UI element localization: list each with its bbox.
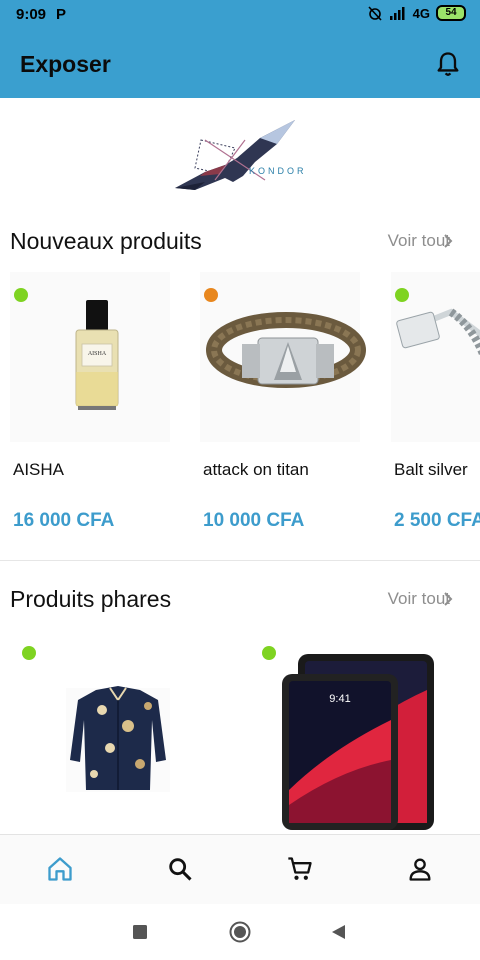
carrier-icon: P bbox=[56, 6, 67, 23]
product-image bbox=[200, 272, 366, 442]
status-dot-available bbox=[262, 646, 276, 660]
profile-icon[interactable] bbox=[406, 855, 434, 883]
app-bar: Exposer bbox=[0, 30, 480, 98]
muted-alarm-icon bbox=[368, 6, 382, 21]
product-card[interactable]: Balt silver 2 500 CFA bbox=[381, 272, 480, 552]
bell-icon[interactable] bbox=[434, 50, 462, 78]
product-name: attack on titan bbox=[203, 460, 309, 479]
cart-icon[interactable] bbox=[286, 855, 314, 883]
app-title: Exposer bbox=[20, 51, 111, 77]
home-button-icon[interactable] bbox=[229, 921, 251, 943]
status-dot-available bbox=[395, 288, 409, 302]
product-image: AISHA bbox=[10, 272, 170, 442]
product-name: Balt silver bbox=[394, 460, 468, 479]
eagle-logo-icon: KONDOR bbox=[175, 120, 307, 190]
status-bar: 9:09 P 4G 54 bbox=[0, 0, 480, 30]
new-products-carousel[interactable]: AISHA AISHA 16 000 CFA attack on titan 1… bbox=[0, 272, 480, 552]
featured-product-card[interactable] bbox=[10, 630, 230, 834]
product-price: 2 500 CFA bbox=[394, 510, 480, 531]
status-time: 9:09 bbox=[16, 6, 47, 23]
perfume-bottle-image: AISHA bbox=[75, 300, 119, 410]
status-dot-available bbox=[14, 288, 28, 302]
floral-shirt-image bbox=[66, 686, 170, 792]
status-dot-available bbox=[22, 646, 36, 660]
recent-apps-icon[interactable] bbox=[132, 924, 148, 940]
search-icon[interactable] bbox=[166, 855, 194, 883]
product-price: 16 000 CFA bbox=[13, 510, 115, 531]
section-new-products-header: Nouveaux produits Voir tout bbox=[0, 222, 480, 262]
network-type: 4G bbox=[412, 5, 430, 21]
battery-icon: 54 bbox=[436, 5, 466, 21]
status-dot-pending bbox=[204, 288, 218, 302]
bottom-navigation bbox=[0, 834, 480, 904]
home-icon[interactable] bbox=[46, 855, 74, 883]
section-title-new-products: Nouveaux produits bbox=[10, 228, 202, 254]
status-indicators: 4G 54 bbox=[367, 5, 466, 21]
bottle-label-text: AISHA bbox=[88, 351, 107, 357]
product-price: 10 000 CFA bbox=[203, 510, 305, 531]
featured-product-card[interactable]: 9:41 bbox=[250, 630, 470, 834]
featured-products-carousel[interactable]: 9:41 bbox=[0, 630, 480, 834]
brand-logo: KONDOR bbox=[165, 110, 325, 200]
product-name: AISHA bbox=[13, 460, 65, 479]
chevron-right-icon[interactable] bbox=[442, 591, 454, 607]
section-title-featured-products: Produits phares bbox=[10, 586, 172, 612]
tablet-image: 9:41 bbox=[282, 654, 434, 830]
see-all-new-products-link[interactable]: Voir tout bbox=[388, 231, 450, 251]
product-card[interactable]: AISHA AISHA 16 000 CFA bbox=[0, 272, 180, 552]
tablet-screen-time: 9:41 bbox=[329, 693, 350, 705]
signal-icon bbox=[389, 7, 405, 20]
chevron-right-icon[interactable] bbox=[442, 233, 454, 249]
system-navigation-bar bbox=[0, 904, 480, 960]
back-icon[interactable] bbox=[330, 924, 346, 940]
bracelet-image bbox=[206, 312, 366, 388]
product-card[interactable]: attack on titan 10 000 CFA bbox=[190, 272, 370, 552]
see-all-featured-products-link[interactable]: Voir tout bbox=[388, 589, 450, 609]
section-featured-products-header: Produits phares Voir tout bbox=[0, 580, 480, 620]
logo-text: KONDOR bbox=[249, 166, 307, 176]
section-divider bbox=[0, 560, 480, 561]
